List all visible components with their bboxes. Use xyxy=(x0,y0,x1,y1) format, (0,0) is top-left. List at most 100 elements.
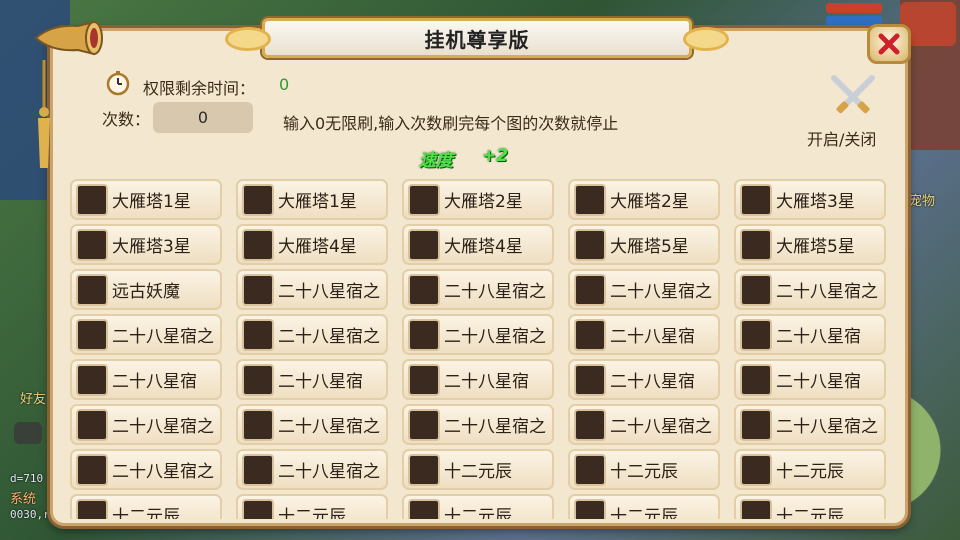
checkbox-icon[interactable] xyxy=(574,273,606,306)
checkbox-icon[interactable] xyxy=(740,408,772,441)
dungeon-option[interactable]: 十二元辰 xyxy=(402,449,554,490)
dungeon-option[interactable]: 大雁塔4星 xyxy=(402,224,554,265)
dungeon-option[interactable]: 二十八星宿 xyxy=(236,359,388,400)
close-icon xyxy=(878,33,900,55)
checkbox-icon[interactable] xyxy=(740,498,772,519)
dungeon-option-label: 大雁塔1星 xyxy=(112,192,191,212)
dungeon-option[interactable]: 大雁塔2星 xyxy=(402,179,554,220)
time-remaining-label: 权限剩余时间： xyxy=(143,79,256,98)
checkbox-icon[interactable] xyxy=(574,453,606,486)
checkbox-icon[interactable] xyxy=(408,183,440,216)
checkbox-icon[interactable] xyxy=(740,228,772,261)
checkbox-icon[interactable] xyxy=(242,183,274,216)
checkbox-icon[interactable] xyxy=(76,183,108,216)
checkbox-icon[interactable] xyxy=(574,498,606,519)
pet-button-label[interactable]: 宠物 xyxy=(909,190,935,209)
dungeon-option[interactable]: 二十八星宿之 xyxy=(70,449,222,490)
checkbox-icon[interactable] xyxy=(242,228,274,261)
friend-button-label[interactable]: 好友 xyxy=(20,388,46,407)
dungeon-option[interactable]: 二十八星宿之 xyxy=(236,314,388,355)
toggle-label[interactable]: 开启/关闭 xyxy=(807,126,876,150)
dungeon-option-label: 二十八星宿之 xyxy=(776,282,878,302)
checkbox-icon[interactable] xyxy=(76,363,108,396)
checkbox-icon[interactable] xyxy=(242,453,274,486)
checkbox-icon[interactable] xyxy=(740,273,772,306)
checkbox-icon[interactable] xyxy=(76,498,108,519)
checkbox-icon[interactable] xyxy=(740,453,772,486)
checkbox-icon[interactable] xyxy=(242,273,274,306)
dungeon-option[interactable]: 大雁塔3星 xyxy=(70,224,222,265)
dungeon-option[interactable]: 二十八星宿之 xyxy=(70,314,222,355)
dungeon-option[interactable]: 十二元辰 xyxy=(568,449,720,490)
dungeon-option[interactable]: 大雁塔2星 xyxy=(568,179,720,220)
checkbox-icon[interactable] xyxy=(408,318,440,351)
dungeon-option[interactable]: 二十八星宿 xyxy=(568,359,720,400)
checkbox-icon[interactable] xyxy=(408,498,440,519)
dungeon-option[interactable]: 二十八星宿之 xyxy=(734,404,886,445)
checkbox-icon[interactable] xyxy=(408,228,440,261)
dungeon-option[interactable]: 二十八星宿之 xyxy=(402,404,554,445)
dungeon-option[interactable]: 十二元辰 xyxy=(734,449,886,490)
checkbox-icon[interactable] xyxy=(408,273,440,306)
dungeon-option[interactable]: 二十八星宿 xyxy=(734,359,886,400)
checkbox-icon[interactable] xyxy=(242,408,274,441)
dungeon-option[interactable]: 大雁塔1星 xyxy=(70,179,222,220)
dungeon-option[interactable]: 二十八星宿之 xyxy=(70,404,222,445)
dungeon-option-label: 二十八星宿 xyxy=(610,372,695,392)
checkbox-icon[interactable] xyxy=(740,363,772,396)
checkbox-icon[interactable] xyxy=(574,318,606,351)
dungeon-option[interactable]: 十二元辰 xyxy=(568,494,720,519)
dungeon-option[interactable]: 二十八星宿之 xyxy=(734,269,886,310)
time-remaining-value: 0 xyxy=(279,75,290,94)
checkbox-icon[interactable] xyxy=(76,228,108,261)
checkbox-icon[interactable] xyxy=(574,228,606,261)
dungeon-option[interactable]: 二十八星宿之 xyxy=(236,269,388,310)
dungeon-option[interactable]: 十二元辰 xyxy=(402,494,554,519)
dungeon-option[interactable]: 十二元辰 xyxy=(734,494,886,519)
checkbox-icon[interactable] xyxy=(408,408,440,441)
crossed-swords-toggle-icon[interactable] xyxy=(828,74,878,116)
checkbox-icon[interactable] xyxy=(76,453,108,486)
checkbox-icon[interactable] xyxy=(242,498,274,519)
dungeon-option[interactable]: 大雁塔5星 xyxy=(568,224,720,265)
checkbox-icon[interactable] xyxy=(76,318,108,351)
checkbox-icon[interactable] xyxy=(574,363,606,396)
dungeon-option[interactable]: 二十八星宿 xyxy=(568,314,720,355)
checkbox-icon[interactable] xyxy=(740,318,772,351)
close-button[interactable] xyxy=(867,24,911,64)
dungeon-option[interactable]: 十二元辰 xyxy=(70,494,222,519)
checkbox-icon[interactable] xyxy=(242,318,274,351)
dungeon-option[interactable]: 二十八星宿 xyxy=(70,359,222,400)
dungeon-option-label: 二十八星宿 xyxy=(776,372,861,392)
dungeon-option[interactable]: 二十八星宿之 xyxy=(236,404,388,445)
checkbox-icon[interactable] xyxy=(574,408,606,441)
stopwatch-icon xyxy=(106,71,130,96)
checkbox-icon[interactable] xyxy=(76,408,108,441)
checkbox-icon[interactable] xyxy=(574,183,606,216)
checkbox-icon[interactable] xyxy=(408,453,440,486)
dungeon-option[interactable]: 二十八星宿之 xyxy=(402,269,554,310)
dungeon-option-label: 二十八星宿之 xyxy=(610,417,712,437)
checkbox-icon[interactable] xyxy=(740,183,772,216)
dungeon-option[interactable]: 大雁塔5星 xyxy=(734,224,886,265)
dungeon-option[interactable]: 二十八星宿 xyxy=(402,359,554,400)
dungeon-option[interactable]: 远古妖魔 xyxy=(70,269,222,310)
checkbox-icon[interactable] xyxy=(76,273,108,306)
dungeon-option-label: 大雁塔4星 xyxy=(444,237,523,257)
dungeon-option[interactable]: 二十八星宿之 xyxy=(402,314,554,355)
dungeon-option[interactable]: 大雁塔3星 xyxy=(734,179,886,220)
dungeon-option[interactable]: 十二元辰 xyxy=(236,494,388,519)
chat-icon[interactable] xyxy=(14,422,42,444)
dungeon-option[interactable]: 二十八星宿 xyxy=(734,314,886,355)
dungeon-option[interactable]: 大雁塔4星 xyxy=(236,224,388,265)
checkbox-icon[interactable] xyxy=(408,363,440,396)
checkbox-icon[interactable] xyxy=(242,363,274,396)
count-input[interactable] xyxy=(153,102,253,133)
dungeon-option[interactable]: 二十八星宿之 xyxy=(568,404,720,445)
dungeon-option[interactable]: 大雁塔1星 xyxy=(236,179,388,220)
dungeon-option[interactable]: 二十八星宿之 xyxy=(568,269,720,310)
dungeon-option[interactable]: 二十八星宿之 xyxy=(236,449,388,490)
dungeon-option-label: 二十八星宿之 xyxy=(278,327,380,347)
dungeon-option-label: 二十八星宿之 xyxy=(112,462,214,482)
dungeon-option-label: 二十八星宿之 xyxy=(112,327,214,347)
